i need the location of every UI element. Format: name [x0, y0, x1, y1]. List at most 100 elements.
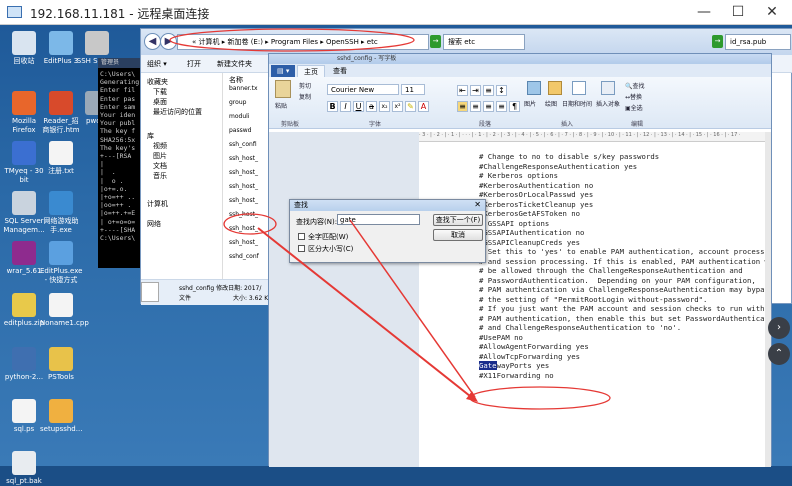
file-list-item[interactable]: ssh_confi: [229, 141, 257, 148]
maximize-button[interactable]: ☐: [727, 3, 749, 21]
cancel-button[interactable]: 取消: [433, 229, 483, 241]
chevron-up-icon[interactable]: ⌃: [768, 343, 790, 365]
desktop-icon[interactable]: sql.ps: [3, 399, 45, 434]
desktop-icon[interactable]: python-2...: [3, 347, 45, 382]
paste-button[interactable]: 粘贴: [275, 101, 287, 110]
cmd-window[interactable]: C:\Users\ Generating Enter fil Enter pas Ent…: [98, 68, 140, 268]
desktop-icon[interactable]: Noname1.cpp: [40, 293, 89, 328]
cut-button[interactable]: 剪切: [299, 81, 311, 90]
match-case-label: 区分大小写(C): [308, 245, 354, 253]
desktop-icon[interactable]: SQL Server Managem...: [3, 191, 45, 235]
align-right-button[interactable]: ≡: [483, 101, 494, 112]
insert-datetime-button[interactable]: 日期和时间: [562, 99, 592, 108]
search-input[interactable]: 搜索 etc: [443, 34, 525, 50]
nav-item[interactable]: 最近访问的位置: [153, 107, 202, 117]
tab-home[interactable]: 主页: [297, 65, 325, 77]
organize-button[interactable]: 组织 ▾: [147, 59, 167, 69]
path-input[interactable]: id_rsa.pub: [725, 34, 791, 50]
bold-button[interactable]: B: [327, 101, 338, 112]
file-list-item[interactable]: group: [229, 99, 246, 106]
select-all-button[interactable]: ▣全选: [625, 103, 643, 112]
desktop-icon[interactable]: wrar_5.61: [3, 241, 45, 276]
desktop-icon[interactable]: 网络游戏助手.exe: [40, 191, 82, 235]
vertical-scrollbar[interactable]: [765, 132, 771, 467]
desktop-icon[interactable]: 注册.txt: [40, 141, 82, 176]
nav-item[interactable]: 收藏夹: [147, 77, 168, 87]
expand-icon[interactable]: ›: [768, 317, 790, 339]
align-left-button[interactable]: ≡: [457, 101, 468, 112]
list-button[interactable]: ≡: [483, 85, 494, 96]
file-list-item[interactable]: ssh_host_: [229, 155, 258, 162]
align-center-button[interactable]: ≡: [470, 101, 481, 112]
forward-button[interactable]: ▶: [160, 33, 177, 50]
desktop-icon[interactable]: sql_pt.bak: [3, 451, 45, 486]
find-next-button[interactable]: 查找下一个(F): [433, 214, 483, 226]
replace-button[interactable]: ↔替换: [625, 92, 642, 101]
refresh-button[interactable]: →: [430, 35, 441, 48]
ribbon: 粘贴 剪切 复制 Courier New 11 B I U a x₂ x² ✎ …: [269, 77, 771, 129]
text-color-button[interactable]: A: [418, 101, 429, 112]
nav-item[interactable]: 视频: [153, 141, 167, 151]
desktop-icon[interactable]: 回收站: [3, 31, 45, 66]
desktop-icon[interactable]: setupsshd...: [40, 399, 82, 434]
italic-button[interactable]: I: [340, 101, 351, 112]
tab-view[interactable]: 查看: [327, 65, 353, 77]
close-button[interactable]: ✕: [761, 3, 783, 21]
file-list-item[interactable]: ssh_host_: [229, 197, 258, 204]
line-spacing-button[interactable]: ↕: [496, 85, 507, 96]
file-list-item[interactable]: sshd_conf: [229, 253, 259, 260]
decrease-indent-button[interactable]: ⇤: [457, 85, 468, 96]
whole-word-checkbox[interactable]: 全字匹配(W): [298, 232, 348, 242]
file-list-item[interactable]: ssh_host_: [229, 225, 258, 232]
file-list-item[interactable]: ssh_host_: [229, 239, 258, 246]
insert-object-button[interactable]: 插入对象: [596, 99, 620, 108]
highlight-color-button[interactable]: ✎: [405, 101, 416, 112]
insert-picture-button[interactable]: 图片: [524, 99, 536, 108]
file-list-item[interactable]: banner.tx: [229, 85, 258, 92]
open-button[interactable]: 打开: [187, 59, 201, 69]
find-button[interactable]: 🔍查找: [625, 81, 645, 90]
increase-indent-button[interactable]: ⇥: [470, 85, 481, 96]
desktop-icon[interactable]: editplus.zip: [3, 293, 45, 328]
nav-item[interactable]: 图片: [153, 151, 167, 161]
font-size-select[interactable]: 11: [401, 84, 425, 95]
justify-button[interactable]: ≡: [496, 101, 507, 112]
address-bar[interactable]: « 计算机 ▸ 新加卷 (E:) ▸ Program Files ▸ OpenS…: [177, 34, 429, 50]
document-body[interactable]: # Change to no to disable s/key password…: [419, 142, 767, 467]
document-line: # Change to no to disable s/key password…: [479, 152, 660, 161]
file-list-item[interactable]: ssh_host_: [229, 169, 258, 176]
ruler[interactable]: · 3 · | · 2 · | · 1 · | · · · | · 1 · | …: [419, 132, 767, 142]
strikethrough-button[interactable]: a: [366, 101, 377, 112]
go-button[interactable]: →: [712, 35, 723, 48]
underline-button[interactable]: U: [353, 101, 364, 112]
file-menu-button[interactable]: ▤ ▾: [271, 65, 296, 77]
file-list-item[interactable]: ssh_host_: [229, 183, 258, 190]
copy-button[interactable]: 复制: [299, 92, 311, 101]
nav-item[interactable]: 桌面: [153, 97, 167, 107]
subscript-button[interactable]: x₂: [379, 101, 390, 112]
document-margin: [269, 132, 419, 467]
back-button[interactable]: ◀: [144, 33, 161, 50]
file-list-item[interactable]: passwd: [229, 127, 251, 134]
nav-item[interactable]: 计算机: [147, 199, 168, 209]
find-what-input[interactable]: gate: [337, 214, 420, 225]
desktop-icon[interactable]: EditPlus.exe - 快捷方式: [40, 241, 82, 285]
superscript-button[interactable]: x²: [392, 101, 403, 112]
font-family-select[interactable]: Courier New: [327, 84, 399, 95]
nav-item[interactable]: 网络: [147, 219, 161, 229]
nav-item[interactable]: 文档: [153, 161, 167, 171]
desktop-icon[interactable]: TMyeq - 30 bit: [3, 141, 45, 185]
nav-item[interactable]: 音乐: [153, 171, 167, 181]
insert-drawing-button[interactable]: 绘图: [545, 99, 557, 108]
nav-item[interactable]: 下载: [153, 87, 167, 97]
match-case-checkbox[interactable]: 区分大小写(C): [298, 244, 353, 254]
desktop-icon[interactable]: Mozilla Firefox: [3, 91, 45, 135]
desktop-icon[interactable]: PSTools: [40, 347, 82, 382]
nav-item[interactable]: 库: [147, 131, 154, 141]
new-folder-button[interactable]: 新建文件夹: [217, 59, 252, 69]
file-list-item[interactable]: ssh_host_: [229, 211, 258, 218]
minimize-button[interactable]: —: [693, 3, 715, 21]
file-list-item[interactable]: moduli: [229, 113, 249, 120]
find-close-icon[interactable]: ✕: [474, 200, 481, 209]
paragraph-button[interactable]: ¶: [509, 101, 520, 112]
